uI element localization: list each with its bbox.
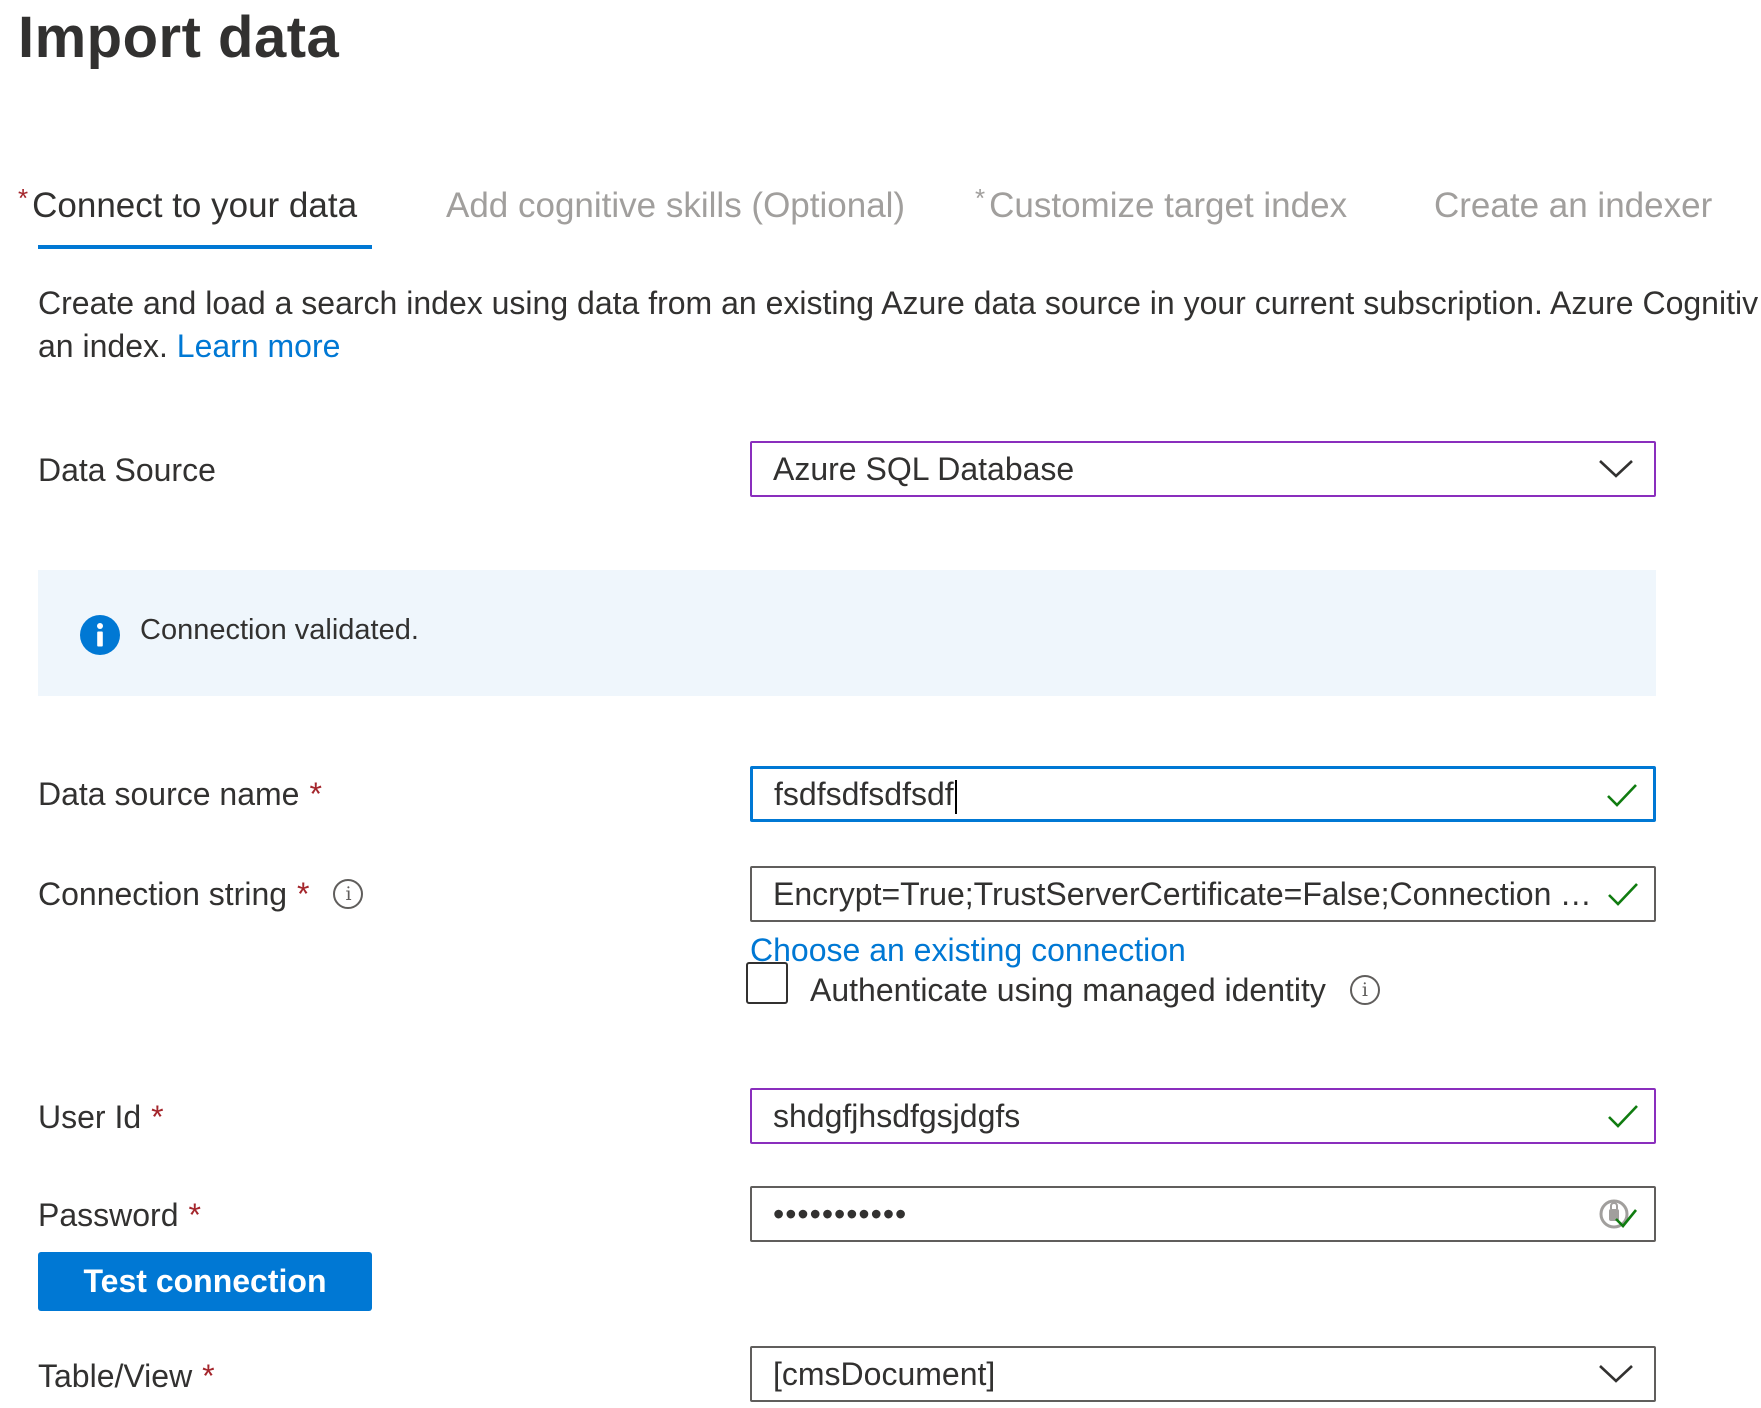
intro-description: Create and load a search index using dat…	[38, 282, 1761, 368]
intro-line-1: Create and load a search index using dat…	[38, 285, 1759, 321]
data-source-label: Data Source	[38, 452, 216, 489]
info-icon[interactable]: i	[1349, 974, 1380, 1005]
user-id-value: shdgfjhsdfgsjdgfs	[773, 1098, 1021, 1134]
page-title: Import data	[18, 5, 340, 70]
choose-existing-connection-link[interactable]: Choose an existing connection	[750, 932, 1186, 969]
data-source-dropdown[interactable]: Azure SQL Database	[750, 441, 1656, 497]
active-tab-indicator	[38, 245, 372, 249]
data-source-label-text: Data Source	[38, 452, 216, 488]
password-label: Password *	[38, 1197, 201, 1234]
intro-line-2: an index. Learn more	[38, 325, 1761, 368]
required-marker: *	[309, 776, 322, 812]
banner-message: Connection validated.	[140, 614, 419, 646]
connection-string-label-text: Connection string	[38, 876, 288, 912]
data-source-name-input[interactable]: fsdfsdfsdfsdf	[750, 766, 1656, 822]
table-view-label: Table/View *	[38, 1358, 215, 1395]
info-icon[interactable]: i	[333, 878, 364, 909]
connection-string-input[interactable]: Encrypt=True;TrustServerCertificate=Fals…	[750, 866, 1656, 922]
tab-label: Customize target index	[989, 186, 1348, 225]
valid-check-icon	[1607, 784, 1637, 807]
connection-string-label: Connection string * i	[38, 876, 364, 913]
table-view-dropdown[interactable]: [cmsDocument]	[750, 1346, 1656, 1402]
tab-label: Connect to your data	[32, 186, 358, 225]
data-source-name-label: Data source name *	[38, 776, 322, 813]
intro-line-2-text: an index.	[38, 328, 168, 364]
connection-validated-banner: Connection validated.	[38, 570, 1656, 696]
tab-create-an-indexer[interactable]: Create an indexer	[1434, 186, 1712, 226]
managed-identity-label-text: Authenticate using managed identity	[810, 972, 1326, 1008]
user-id-label-text: User Id	[38, 1099, 142, 1135]
valid-check-icon	[1608, 1105, 1638, 1128]
tab-label: Create an indexer	[1434, 186, 1713, 225]
password-input[interactable]: •••••••••••	[750, 1186, 1656, 1242]
required-marker: *	[151, 1099, 164, 1135]
data-source-name-label-text: Data source name	[38, 776, 300, 812]
data-source-value: Azure SQL Database	[773, 451, 1075, 487]
tab-add-cognitive-skills[interactable]: Add cognitive skills (Optional)	[446, 186, 905, 226]
required-marker: *	[18, 183, 29, 213]
tab-connect-to-your-data[interactable]: * Connect to your data	[18, 183, 358, 226]
valid-check-icon	[1608, 883, 1638, 906]
password-value: •••••••••••	[773, 1196, 908, 1232]
chevron-down-icon	[1599, 460, 1633, 478]
text-cursor	[954, 779, 957, 814]
table-view-value: [cmsDocument]	[773, 1356, 996, 1392]
managed-identity-label: Authenticate using managed identity i	[810, 972, 1380, 1009]
required-marker: *	[975, 183, 986, 213]
required-marker: *	[188, 1197, 201, 1233]
info-icon	[80, 615, 120, 655]
table-view-label-text: Table/View	[38, 1358, 193, 1394]
data-source-name-text: fsdfsdfsdfsdf	[774, 776, 954, 812]
user-id-label: User Id *	[38, 1099, 164, 1136]
user-id-input[interactable]: shdgfjhsdfgsjdgfs	[750, 1088, 1656, 1144]
password-key-icon[interactable]	[1596, 1194, 1638, 1238]
required-marker: *	[297, 876, 310, 912]
chevron-down-icon	[1599, 1365, 1633, 1383]
learn-more-link[interactable]: Learn more	[177, 328, 341, 364]
connection-string-value: Encrypt=True;TrustServerCertificate=Fals…	[773, 876, 1594, 912]
tab-label: Add cognitive skills (Optional)	[446, 186, 906, 225]
managed-identity-checkbox[interactable]	[746, 962, 788, 1004]
test-connection-button[interactable]: Test connection	[38, 1252, 372, 1311]
password-label-text: Password	[38, 1197, 179, 1233]
required-marker: *	[202, 1358, 215, 1394]
data-source-name-value: fsdfsdfsdfsdf	[774, 769, 1593, 819]
tab-customize-target-index[interactable]: * Customize target index	[975, 183, 1348, 226]
